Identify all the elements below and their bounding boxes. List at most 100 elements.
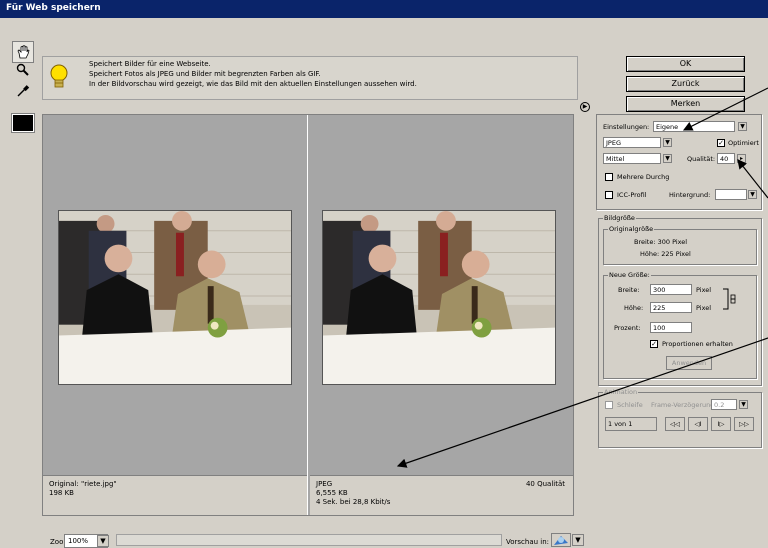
quality-level-select[interactable]: Mittel: [603, 153, 661, 164]
zoom-dropdown-button[interactable]: ▼: [97, 535, 109, 547]
animation-group: Animation Schleife Frame-Verzögerung: 0.…: [598, 388, 762, 448]
download-time: 4 Sek. bei 28,8 Kbit/s: [316, 498, 391, 506]
original-photo: [58, 210, 292, 385]
previous-frame-button[interactable]: ◁I: [688, 417, 708, 431]
width-value: 300: [653, 286, 666, 294]
frame-delay-label: Frame-Verzögerung:: [651, 401, 717, 409]
info-line: In der Bildvorschau wird gezeigt, wie da…: [89, 80, 417, 88]
ok-button[interactable]: OK: [626, 56, 745, 72]
settings-group: Einstellungen: Eigene ▼ JPEG ▼ ✓ Optimie…: [596, 114, 762, 210]
quality-value: 40: [720, 155, 729, 163]
frame-delay-dropdown[interactable]: ▼: [739, 400, 748, 409]
title-bar: Für Web speichern: [0, 0, 768, 18]
checkmark-icon: ✓: [718, 139, 724, 147]
quality-level-dropdown[interactable]: ▼: [663, 154, 672, 163]
original-size-group: Originalgröße Breite: 300 Pixel Höhe: 22…: [603, 225, 757, 265]
new-size-title: Neue Größe:: [608, 271, 651, 279]
info-box: Speichert Bilder für eine Webseite. Spei…: [42, 56, 578, 100]
chevron-down-icon: ▼: [740, 123, 745, 130]
width-unit: Pixel: [696, 286, 712, 294]
matte-color-select[interactable]: [715, 189, 747, 200]
chevron-down-icon: ▼: [665, 139, 670, 146]
frame-delay-input[interactable]: 0.2: [711, 399, 737, 410]
quality-label: Qualität:: [687, 155, 716, 163]
settings-preset-select[interactable]: Eigene: [653, 121, 735, 132]
optimized-quality: 40 Qualität: [525, 480, 565, 488]
chevron-down-icon: ▼: [665, 155, 670, 162]
eyedropper-tool[interactable]: [12, 80, 34, 102]
preview-in-label: Vorschau in:: [506, 538, 550, 546]
settings-preset-dropdown[interactable]: ▼: [738, 122, 747, 131]
frame-delay-value: 0.2: [714, 401, 725, 409]
constrain-proportions-checkbox[interactable]: ✓: [650, 340, 658, 348]
lightbulb-icon: [50, 64, 68, 88]
info-line: Speichert Fotos als JPEG und Bilder mit …: [89, 70, 321, 78]
triangle-right-icon: ▸: [739, 155, 743, 162]
chevron-down-icon: ▼: [100, 537, 106, 545]
last-frame-button[interactable]: ▷▷: [734, 417, 754, 431]
animation-title: Animation: [603, 388, 639, 396]
magnifier-icon: [16, 63, 29, 76]
quality-level-value: Mittel: [606, 155, 625, 163]
optimized-size: 6,555 KB: [316, 489, 348, 497]
constrain-proportions-label: Proportionen erhalten: [662, 340, 733, 348]
loop-label: Schleife: [617, 401, 643, 409]
optimize-menu-button[interactable]: ▶: [580, 102, 590, 112]
zoom-value: 100%: [68, 537, 89, 545]
triangle-right-icon: ▶: [582, 103, 588, 110]
settings-label: Einstellungen:: [603, 123, 650, 131]
frame-counter-value: 1 von 1: [608, 420, 633, 428]
width-input[interactable]: 300: [650, 284, 692, 295]
chain-link-icon: [723, 288, 736, 310]
format-value: JPEG: [606, 139, 621, 147]
preview-area: Original: "riete.jpg" 198 KB JPEG 6,555 …: [42, 114, 574, 516]
back-button[interactable]: Zurück: [626, 76, 745, 92]
optimized-label: Optimiert: [728, 139, 759, 147]
chevron-down-icon: ▼: [750, 191, 755, 198]
loop-checkbox[interactable]: [605, 401, 613, 409]
eyedropper-color-swatch[interactable]: [11, 113, 35, 133]
apply-button[interactable]: Anwenden: [666, 356, 712, 370]
browser-dropdown-button[interactable]: ▼: [572, 534, 584, 546]
next-frame-button[interactable]: I▷: [711, 417, 731, 431]
percent-value: 100: [653, 324, 666, 332]
icc-profile-label: ICC-Profil: [617, 191, 647, 199]
progressive-label: Mehrere Durchg: [617, 173, 670, 181]
optimized-preview-pane[interactable]: JPEG 6,555 KB 4 Sek. bei 28,8 Kbit/s 40 …: [310, 115, 573, 515]
status-bar: [116, 534, 502, 546]
height-label: Höhe:: [624, 304, 644, 312]
percent-label: Prozent:: [614, 324, 641, 332]
new-size-group: Neue Größe: Breite: 300 Pixel Höhe: 225 …: [603, 271, 757, 379]
progressive-checkbox[interactable]: [605, 173, 613, 181]
format-dropdown[interactable]: ▼: [663, 138, 672, 147]
icc-profile-checkbox[interactable]: [605, 191, 613, 199]
format-select[interactable]: JPEG: [603, 137, 661, 148]
save-for-web-dialog: Speichert Bilder für eine Webseite. Spei…: [0, 18, 768, 548]
image-size-group: Bildgröße Originalgröße Breite: 300 Pixe…: [598, 214, 762, 386]
height-unit: Pixel: [696, 304, 712, 312]
browser-icon: [554, 536, 568, 545]
first-frame-button[interactable]: ◁◁: [665, 417, 685, 431]
hand-icon: [17, 45, 30, 59]
width-label: Breite:: [618, 286, 640, 294]
original-height: Höhe: 225 Pixel: [640, 250, 691, 258]
remember-button[interactable]: Merken: [626, 96, 745, 112]
eyedropper-icon: [17, 85, 30, 97]
original-filename: Original: "riete.jpg": [49, 480, 117, 488]
chevron-down-icon: ▼: [741, 401, 746, 408]
optimized-checkbox[interactable]: ✓: [717, 139, 725, 147]
original-preview-pane[interactable]: Original: "riete.jpg" 198 KB: [43, 115, 308, 515]
original-size: 198 KB: [49, 489, 74, 497]
quality-slider-button[interactable]: ▸: [737, 154, 746, 163]
zoom-tool[interactable]: [12, 59, 34, 81]
original-info: Original: "riete.jpg" 198 KB: [43, 475, 307, 515]
percent-input[interactable]: 100: [650, 322, 692, 333]
original-width: Breite: 300 Pixel: [634, 238, 688, 246]
preview-browser-button[interactable]: [551, 533, 571, 547]
height-value: 225: [653, 304, 666, 312]
matte-dropdown[interactable]: ▼: [748, 190, 757, 199]
height-input[interactable]: 225: [650, 302, 692, 313]
quality-input[interactable]: 40: [717, 153, 735, 164]
original-size-title: Originalgröße: [608, 225, 655, 233]
window-title: Für Web speichern: [6, 3, 101, 13]
